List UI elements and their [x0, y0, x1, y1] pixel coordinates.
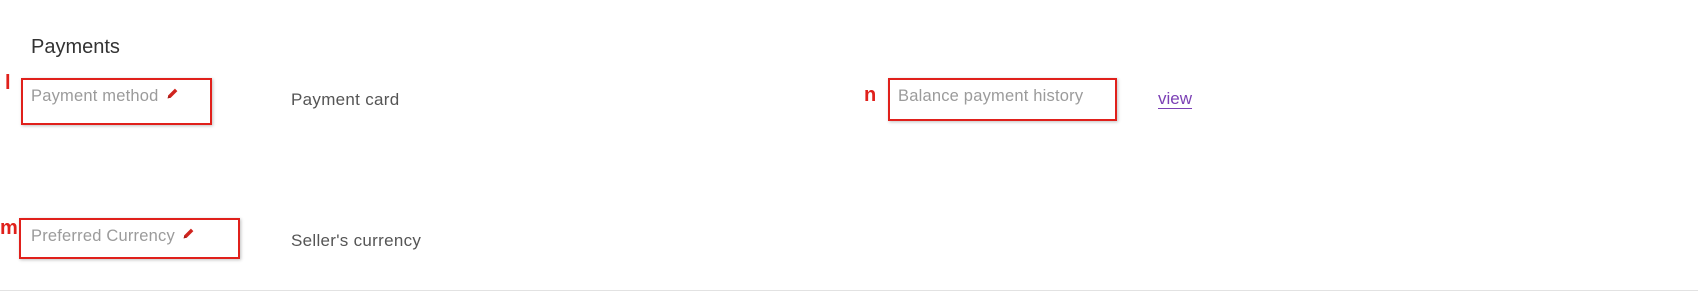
section-title: Payments — [31, 36, 120, 58]
view-balance-history-link[interactable]: view — [1158, 89, 1192, 109]
annotation-label-l: l — [5, 72, 11, 94]
annotation-label-m: m — [0, 217, 18, 239]
preferred-currency-label-text: Preferred Currency — [31, 227, 175, 245]
balance-history-label: Balance payment history — [898, 87, 1084, 105]
payment-method-value: Payment card — [291, 90, 400, 109]
pencil-icon[interactable] — [166, 87, 179, 100]
payment-method-label-text: Payment method — [31, 87, 159, 105]
preferred-currency-value: Seller's currency — [291, 231, 422, 250]
preferred-currency-label: Preferred Currency — [31, 227, 195, 246]
section-divider — [0, 290, 1698, 291]
pencil-icon[interactable] — [182, 227, 195, 240]
annotation-label-n: n — [864, 84, 877, 106]
payments-section: Payments l Payment method Payment card n… — [0, 0, 1698, 292]
payment-method-label: Payment method — [31, 87, 179, 106]
